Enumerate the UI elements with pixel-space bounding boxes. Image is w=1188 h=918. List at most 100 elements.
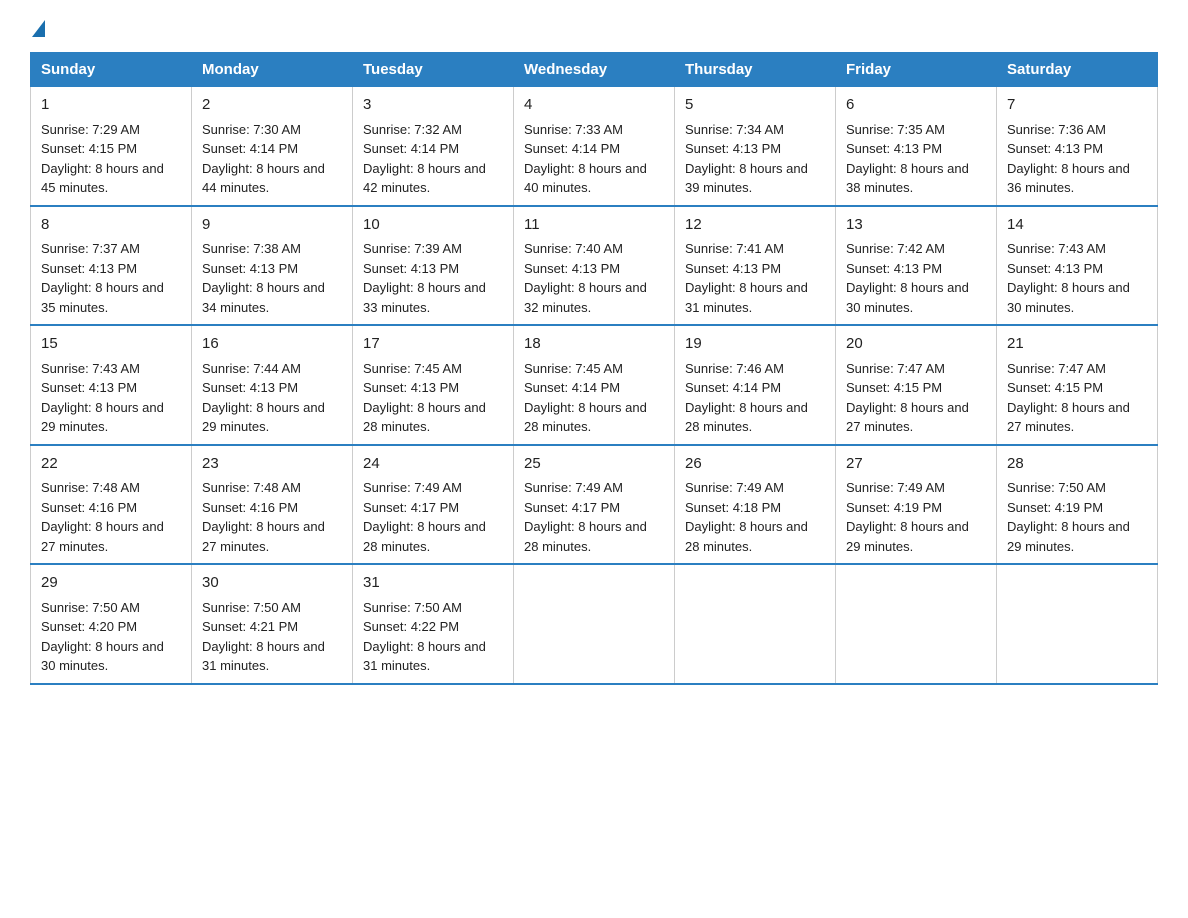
calendar-cell: 18 Sunrise: 7:45 AM Sunset: 4:14 PM Dayligh…	[514, 325, 675, 445]
calendar-cell: 4Sunrise: 7:33 AMSunset: 4:14 PMDaylight…	[514, 87, 675, 206]
sunrise-label: Sunrise: 7:47 AM	[846, 361, 945, 376]
sunrise-label: Sunrise: 7:39 AM	[363, 241, 462, 256]
sunset-label: Sunset: 4:13 PM	[363, 261, 459, 276]
day-number: 4	[524, 94, 664, 117]
header-friday: Friday	[836, 53, 997, 87]
sunrise-label: Sunrise: 7:29 AM	[41, 122, 140, 137]
sunrise-label: Sunrise: 7:49 AM	[363, 480, 462, 495]
daylight-label: Daylight: 8 hours and 29 minutes.	[846, 519, 969, 554]
daylight-label: Daylight: 8 hours and 36 minutes.	[1007, 161, 1130, 196]
daylight-label: Daylight: 8 hours and 27 minutes.	[1007, 400, 1130, 435]
sunset-label: Sunset: 4:14 PM	[685, 380, 781, 395]
calendar-week-row: 1 Sunrise: 7:29 AM Sunset: 4:15 PM Daylight…	[31, 87, 1158, 206]
sunrise-label: Sunrise: 7:50 AM	[202, 600, 301, 615]
calendar-cell: 13Sunrise: 7:42 AMSunset: 4:13 PMDayligh…	[836, 206, 997, 326]
day-number: 18	[524, 333, 664, 356]
day-number: 6	[846, 94, 986, 117]
day-number: 9	[202, 214, 342, 237]
day-number: 13	[846, 214, 986, 237]
daylight-label: Daylight: 8 hours and 31 minutes.	[202, 639, 325, 674]
logo-arrow-icon	[32, 20, 45, 37]
day-number: 23	[202, 453, 342, 476]
daylight-label: Daylight: 8 hours and 35 minutes.	[41, 280, 164, 315]
sunrise-label: Sunrise: 7:47 AM	[1007, 361, 1106, 376]
sunset-label: Sunset: 4:13 PM	[1007, 141, 1103, 156]
calendar-cell: 9Sunrise: 7:38 AMSunset: 4:13 PMDaylight…	[192, 206, 353, 326]
sunrise-label: Sunrise: 7:50 AM	[363, 600, 462, 615]
sunrise-label: Sunrise: 7:30 AM	[202, 122, 301, 137]
daylight-label: Daylight: 8 hours and 42 minutes.	[363, 161, 486, 196]
sunset-label: Sunset: 4:13 PM	[685, 141, 781, 156]
calendar-week-row: 15Sunrise: 7:43 AMSunset: 4:13 PMDayligh…	[31, 325, 1158, 445]
calendar-cell	[836, 564, 997, 684]
calendar-cell: 22Sunrise: 7:48 AMSunset: 4:16 PMDayligh…	[31, 445, 192, 565]
daylight-label: Daylight: 8 hours and 28 minutes.	[524, 400, 647, 435]
sunrise-label: Sunrise: 7:45 AM	[524, 361, 623, 376]
sunset-label: Sunset: 4:19 PM	[846, 500, 942, 515]
calendar-week-row: 29Sunrise: 7:50 AMSunset: 4:20 PMDayligh…	[31, 564, 1158, 684]
sunset-label: Sunset: 4:22 PM	[363, 619, 459, 634]
sunset-label: Sunset: 4:13 PM	[524, 261, 620, 276]
daylight-label: Daylight: 8 hours and 45 minutes.	[41, 161, 164, 196]
sunrise-label: Sunrise: 7:41 AM	[685, 241, 784, 256]
calendar-cell: 12Sunrise: 7:41 AMSunset: 4:13 PMDayligh…	[675, 206, 836, 326]
day-number: 20	[846, 333, 986, 356]
calendar-cell: 30 Sunrise: 7:50 AM Sunset: 4:21 PM Dayligh…	[192, 564, 353, 684]
sunset-label: Sunset: 4:14 PM	[524, 380, 620, 395]
sunrise-label: Sunrise: 7:37 AM	[41, 241, 140, 256]
sunrise-label: Sunrise: 7:50 AM	[1007, 480, 1106, 495]
day-number: 21	[1007, 333, 1147, 356]
calendar-header-row: SundayMondayTuesdayWednesdayThursdayFrid…	[31, 53, 1158, 87]
day-number: 7	[1007, 94, 1147, 117]
calendar-cell	[997, 564, 1158, 684]
daylight-label: Daylight: 8 hours and 27 minutes.	[202, 519, 325, 554]
daylight-label: Daylight: 8 hours and 27 minutes.	[846, 400, 969, 435]
calendar-cell	[675, 564, 836, 684]
day-number: 19	[685, 333, 825, 356]
calendar-cell: 6Sunrise: 7:35 AMSunset: 4:13 PMDaylight…	[836, 87, 997, 206]
sunset-label: Sunset: 4:13 PM	[846, 141, 942, 156]
calendar-week-row: 8Sunrise: 7:37 AMSunset: 4:13 PMDaylight…	[31, 206, 1158, 326]
sunrise-label: Sunrise: 7:43 AM	[1007, 241, 1106, 256]
sunset-label: Sunset: 4:13 PM	[202, 261, 298, 276]
sunset-label: Sunset: 4:15 PM	[41, 141, 137, 156]
sunset-label: Sunset: 4:17 PM	[363, 500, 459, 515]
sunrise-label: Sunrise: 7:32 AM	[363, 122, 462, 137]
daylight-label: Daylight: 8 hours and 40 minutes.	[524, 161, 647, 196]
calendar-cell	[514, 564, 675, 684]
day-number: 14	[1007, 214, 1147, 237]
sunset-label: Sunset: 4:21 PM	[202, 619, 298, 634]
daylight-label: Daylight: 8 hours and 31 minutes.	[363, 639, 486, 674]
sunset-label: Sunset: 4:19 PM	[1007, 500, 1103, 515]
calendar-cell: 7Sunrise: 7:36 AMSunset: 4:13 PMDaylight…	[997, 87, 1158, 206]
calendar-cell: 11Sunrise: 7:40 AMSunset: 4:13 PMDayligh…	[514, 206, 675, 326]
calendar-cell: 14Sunrise: 7:43 AMSunset: 4:13 PMDayligh…	[997, 206, 1158, 326]
daylight-label: Daylight: 8 hours and 44 minutes.	[202, 161, 325, 196]
day-number: 1	[41, 94, 181, 117]
calendar-cell: 31 Sunrise: 7:50 AM Sunset: 4:22 PM Dayligh…	[353, 564, 514, 684]
sunset-label: Sunset: 4:15 PM	[1007, 380, 1103, 395]
day-number: 26	[685, 453, 825, 476]
day-number: 10	[363, 214, 503, 237]
sunset-label: Sunset: 4:18 PM	[685, 500, 781, 515]
calendar-cell: 23Sunrise: 7:48 AMSunset: 4:16 PMDayligh…	[192, 445, 353, 565]
calendar-cell: 28Sunrise: 7:50 AMSunset: 4:19 PMDayligh…	[997, 445, 1158, 565]
sunset-label: Sunset: 4:13 PM	[202, 380, 298, 395]
calendar-cell: 29Sunrise: 7:50 AMSunset: 4:20 PMDayligh…	[31, 564, 192, 684]
daylight-label: Daylight: 8 hours and 33 minutes.	[363, 280, 486, 315]
sunset-label: Sunset: 4:13 PM	[685, 261, 781, 276]
sunset-label: Sunset: 4:14 PM	[524, 141, 620, 156]
calendar-cell: 24Sunrise: 7:49 AMSunset: 4:17 PMDayligh…	[353, 445, 514, 565]
header-tuesday: Tuesday	[353, 53, 514, 87]
sunset-label: Sunset: 4:13 PM	[1007, 261, 1103, 276]
daylight-label: Daylight: 8 hours and 29 minutes.	[41, 400, 164, 435]
day-number: 15	[41, 333, 181, 356]
daylight-label: Daylight: 8 hours and 27 minutes.	[41, 519, 164, 554]
calendar-cell: 27Sunrise: 7:49 AMSunset: 4:19 PMDayligh…	[836, 445, 997, 565]
sunrise-label: Sunrise: 7:44 AM	[202, 361, 301, 376]
sunrise-label: Sunrise: 7:35 AM	[846, 122, 945, 137]
header-saturday: Saturday	[997, 53, 1158, 87]
calendar-cell: 25Sunrise: 7:49 AMSunset: 4:17 PMDayligh…	[514, 445, 675, 565]
day-number: 31	[363, 572, 503, 595]
day-number: 30	[202, 572, 342, 595]
